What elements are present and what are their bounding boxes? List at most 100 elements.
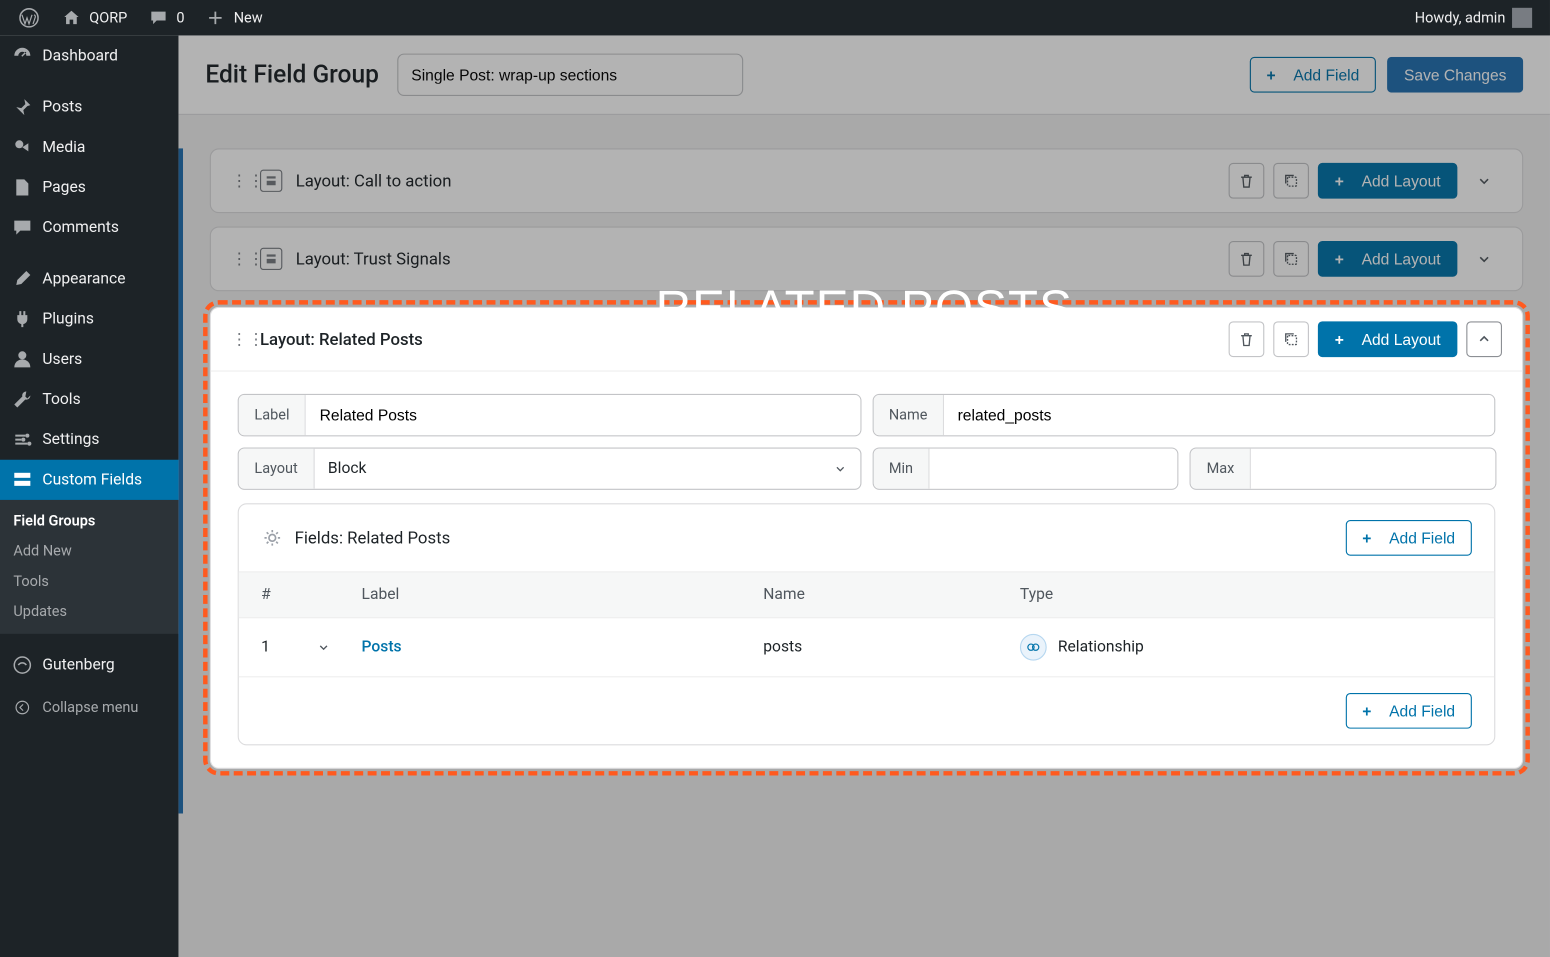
site-name: QORP [89, 9, 127, 26]
page-header: Edit Field Group + Add Field Save Change… [179, 36, 1550, 115]
submenu-add-new[interactable]: Add New [0, 537, 179, 567]
max-label: Max [1191, 449, 1251, 489]
plus-icon [205, 7, 227, 29]
row-num: 1 [261, 638, 317, 656]
add-layout-button[interactable]: + Add Layout [1318, 321, 1457, 357]
layout-label: Layout [239, 449, 315, 489]
howdy-link[interactable]: Howdy, admin [1406, 0, 1541, 36]
fields-gear-icon [261, 527, 283, 549]
add-field-button[interactable]: + Add Field [1250, 57, 1376, 93]
user-icon [11, 348, 33, 370]
admin-sidebar: Dashboard Posts Media Pages Comments App… [0, 36, 179, 957]
new-label: New [234, 9, 263, 26]
submenu-updates[interactable]: Updates [0, 597, 179, 627]
collapse-menu[interactable]: Collapse menu [0, 685, 179, 730]
wrench-icon [11, 388, 33, 410]
page-icon [11, 176, 33, 198]
submenu-tools[interactable]: Tools [0, 567, 179, 597]
collapse-icon [11, 696, 33, 718]
layout-field: Layout Block [238, 447, 861, 489]
menu-posts[interactable]: Posts [0, 87, 179, 127]
col-name: Name [763, 586, 1020, 604]
add-field-button[interactable]: + Add Field [1346, 520, 1472, 556]
add-field-button-bottom[interactable]: + Add Field [1346, 693, 1472, 729]
layout-select[interactable]: Block [315, 449, 860, 489]
menu-dashboard[interactable]: Dashboard [0, 36, 179, 76]
admin-bar-left: QORP 0 New [9, 0, 272, 36]
save-changes-button[interactable]: Save Changes [1387, 57, 1523, 93]
comments-link[interactable]: 0 [138, 0, 193, 36]
delete-button[interactable] [1229, 321, 1265, 357]
layout-title: Layout: Trust Signals [296, 249, 451, 269]
fields-panel: Fields: Related Posts + Add Field # Labe… [238, 503, 1496, 745]
name-input[interactable] [944, 395, 1494, 435]
expand-toggle[interactable] [1466, 163, 1502, 199]
admin-bar: QORP 0 New Howdy, admin [0, 0, 1550, 36]
site-link[interactable]: QORP [51, 0, 136, 36]
menu-gutenberg[interactable]: Gutenberg [0, 645, 179, 685]
duplicate-button[interactable] [1273, 241, 1309, 277]
content-area: Edit Field Group + Add Field Save Change… [179, 36, 1550, 957]
layout-card-related: ⋮⋮ Layout: Related Posts + Add Layout [210, 307, 1523, 769]
label-label: Label [239, 395, 306, 435]
menu-media[interactable]: Media [0, 127, 179, 167]
collapse-toggle[interactable] [1466, 321, 1502, 357]
name-label: Name [873, 395, 944, 435]
admin-bar-right: Howdy, admin [1406, 0, 1541, 36]
gutenberg-icon [11, 654, 33, 676]
fields-table-row[interactable]: 1 Posts posts Relationship [239, 618, 1494, 677]
layout-title: Layout: Call to action [296, 171, 452, 191]
name-field: Name [872, 394, 1495, 436]
dashboard-icon [11, 45, 33, 67]
add-layout-button[interactable]: + Add Layout [1318, 241, 1457, 277]
wp-logo[interactable] [9, 0, 49, 36]
max-field: Max [1190, 447, 1497, 489]
relationship-icon [1020, 634, 1047, 661]
group-title-input[interactable] [397, 54, 743, 96]
min-field: Min [872, 447, 1179, 489]
comment-icon [11, 216, 33, 238]
max-input[interactable] [1251, 449, 1495, 489]
row-type: Relationship [1058, 638, 1144, 656]
duplicate-button[interactable] [1273, 163, 1309, 199]
row-label-link[interactable]: Posts [362, 638, 402, 656]
menu-tools[interactable]: Tools [0, 379, 179, 419]
menu-settings[interactable]: Settings [0, 420, 179, 460]
chevron-down-icon [833, 462, 846, 475]
fields-icon [11, 469, 33, 491]
delete-button[interactable] [1229, 241, 1265, 277]
comment-count: 0 [176, 9, 184, 26]
drag-handle-icon[interactable]: ⋮⋮ [231, 329, 247, 349]
menu-comments[interactable]: Comments [0, 208, 179, 248]
pin-icon [11, 96, 33, 118]
row-expand-icon[interactable] [317, 641, 362, 654]
wordpress-icon [18, 7, 40, 29]
fields-title: Fields: Related Posts [295, 528, 451, 548]
delete-button[interactable] [1229, 163, 1265, 199]
plug-icon [11, 308, 33, 330]
media-icon [11, 136, 33, 158]
menu-plugins[interactable]: Plugins [0, 299, 179, 339]
label-input[interactable] [306, 395, 860, 435]
col-num: # [261, 586, 317, 604]
add-layout-button[interactable]: + Add Layout [1318, 163, 1457, 199]
menu-custom-fields[interactable]: Custom Fields [0, 460, 179, 500]
expand-toggle[interactable] [1466, 241, 1502, 277]
menu-pages[interactable]: Pages [0, 167, 179, 207]
menu-appearance[interactable]: Appearance [0, 259, 179, 299]
settings-slider-icon [11, 429, 33, 451]
submenu-custom-fields: Field Groups Add New Tools Updates [0, 500, 179, 634]
layout-card-cta: ⋮⋮ Layout: Call to action + Add Layout [210, 148, 1523, 213]
menu-users[interactable]: Users [0, 339, 179, 379]
col-type: Type [1020, 586, 1472, 604]
drag-handle-icon[interactable]: ⋮⋮ [231, 249, 247, 269]
duplicate-button[interactable] [1273, 321, 1309, 357]
submenu-field-groups[interactable]: Field Groups [0, 507, 179, 537]
page-title: Edit Field Group [205, 61, 379, 89]
drag-handle-icon[interactable]: ⋮⋮ [231, 171, 247, 191]
layout-block-icon [260, 170, 282, 192]
min-input[interactable] [930, 449, 1178, 489]
col-label: Label [362, 586, 764, 604]
avatar [1512, 8, 1532, 28]
new-link[interactable]: New [196, 0, 272, 36]
